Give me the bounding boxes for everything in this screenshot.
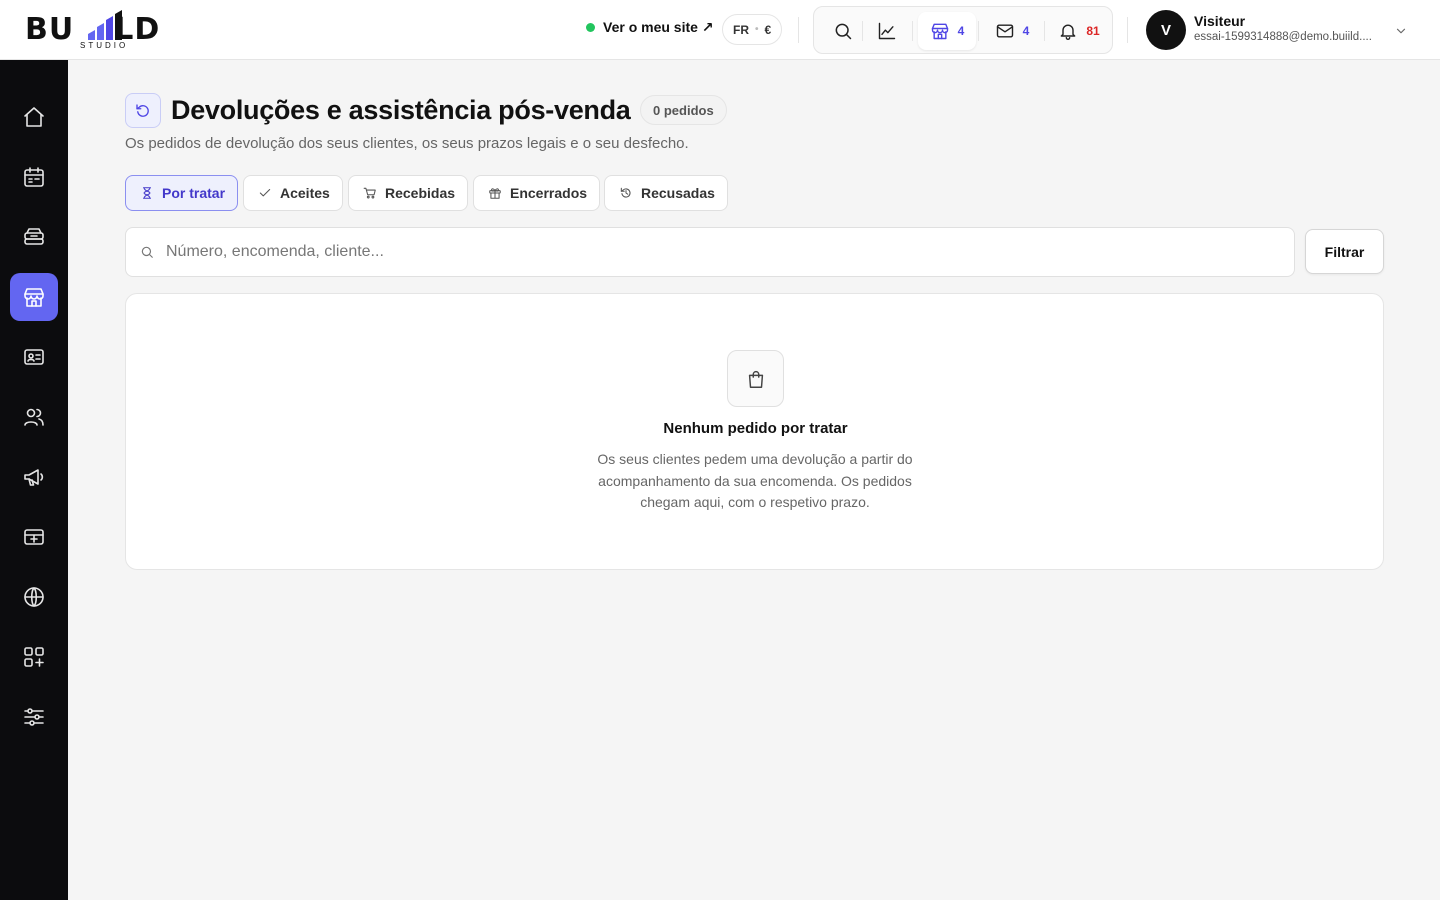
sidebar-item-store[interactable] (10, 273, 58, 321)
apps-add-icon (24, 647, 44, 667)
divider (862, 21, 863, 41)
separator-dot: • (755, 24, 759, 35)
hourglass-icon (142, 187, 152, 199)
megaphone-icon (24, 469, 44, 486)
empty-state-card: Nenhum pedido por tratar Os seus cliente… (125, 293, 1384, 570)
history-icon (620, 187, 631, 198)
analytics-button[interactable] (866, 12, 908, 50)
divider (1127, 17, 1128, 43)
sidebar-item-contacts[interactable] (10, 333, 58, 381)
view-site-link[interactable]: Ver o meu site ↗ (586, 19, 714, 36)
filter-button[interactable]: Filtrar (1305, 229, 1384, 274)
page-title: Devoluções e assistência pós-venda (171, 95, 631, 125)
sidebar-item-website[interactable] (10, 573, 58, 621)
check-icon (259, 188, 271, 197)
tab-recebidas[interactable]: Recebidas (348, 175, 469, 211)
divider (798, 17, 799, 43)
top-bar: BU LD STUDIO Ver o meu site ↗ FR • € 4 4… (0, 0, 1440, 60)
orders-count-badge: 0 pedidos (640, 95, 727, 125)
store-count: 4 (957, 24, 965, 38)
tab-label: Aceites (280, 185, 330, 201)
sidebar-item-payments[interactable] (10, 513, 58, 561)
tab-label: Recusadas (641, 185, 715, 201)
tab-label: Encerrados (510, 185, 588, 201)
sidebar-item-inbox[interactable] (10, 213, 58, 261)
toolbar-group: 4 4 81 (813, 6, 1113, 54)
logo-subtitle: STUDIO (80, 41, 129, 50)
search-bar (125, 227, 1295, 277)
inbox-stack-icon (24, 228, 44, 245)
globe-icon (24, 587, 44, 607)
rotate-ccw-icon (136, 103, 149, 117)
sidebar-item-calendar[interactable] (10, 153, 58, 201)
users-icon (24, 408, 44, 426)
payment-card-icon (24, 529, 44, 545)
logo-bars-icon (88, 10, 122, 40)
notifications-count: 81 (1086, 24, 1100, 38)
calendar-icon (24, 167, 44, 187)
sliders-icon (24, 708, 44, 726)
search-icon (141, 246, 153, 258)
bell-icon (1060, 24, 1076, 40)
tab-recusadas[interactable]: Recusadas (604, 175, 728, 211)
store-icon (24, 288, 44, 307)
view-site-label: Ver o meu site ↗ (603, 19, 714, 35)
sidebar-item-home[interactable] (10, 93, 58, 141)
chart-line-icon (878, 22, 896, 40)
empty-state-icon (727, 350, 784, 407)
tab-encerrados[interactable]: Encerrados (473, 175, 601, 211)
empty-state-title: Nenhum pedido por tratar (663, 420, 848, 437)
search-input[interactable] (166, 243, 1266, 261)
user-email: essai-1599314888@demo.buiild.... (1194, 31, 1372, 43)
mail-icon (996, 24, 1013, 38)
tab-label: Recebidas (385, 185, 456, 201)
currency-label: € (764, 22, 772, 37)
store-orders-button[interactable]: 4 (918, 12, 976, 50)
sidebar-item-settings[interactable] (10, 693, 58, 741)
page-subtitle: Os pedidos de devolução dos seus cliente… (125, 135, 689, 152)
empty-state-text: Os seus clientes pedem uma devolução a p… (597, 451, 913, 510)
divider (912, 21, 913, 41)
user-menu[interactable]: V Visiteur essai-1599314888@demo.buiild.… (1146, 10, 1416, 50)
user-name: Visiteur (1194, 13, 1246, 29)
tab-por-tratar[interactable]: Por tratar (125, 175, 239, 211)
cart-icon (363, 187, 376, 199)
language-label: FR (733, 22, 749, 37)
messages-button[interactable]: 4 (984, 12, 1040, 50)
search-button[interactable] (822, 12, 864, 50)
language-currency-selector[interactable]: FR • € (722, 14, 783, 45)
search-icon (835, 23, 852, 40)
sidebar-item-users[interactable] (10, 393, 58, 441)
status-dot (586, 23, 595, 32)
tab-aceites[interactable]: Aceites (243, 175, 343, 211)
shopping-bag-icon (748, 370, 763, 388)
logo[interactable]: BU LD STUDIO (25, 8, 185, 52)
chevron-down-icon (1396, 28, 1406, 34)
divider (1044, 21, 1045, 41)
sidebar-item-marketing[interactable] (10, 453, 58, 501)
returns-title-icon (125, 93, 161, 128)
tab-label: Por tratar (162, 185, 226, 201)
divider (978, 21, 979, 41)
mail-count: 4 (1022, 24, 1030, 38)
gift-icon (489, 188, 501, 199)
store-icon (931, 23, 948, 40)
sidebar-item-apps[interactable] (10, 633, 58, 681)
notifications-button[interactable]: 81 (1050, 12, 1108, 50)
avatar: V (1146, 10, 1186, 50)
sidebar (0, 60, 68, 900)
id-card-icon (24, 349, 44, 365)
home-icon (24, 107, 44, 127)
logo-text-left: BU (25, 12, 75, 47)
